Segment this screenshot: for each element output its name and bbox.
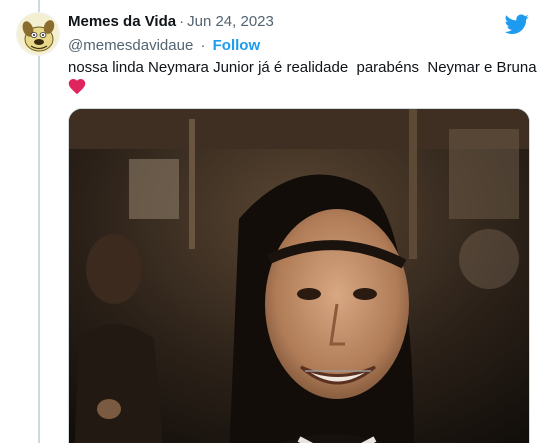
separator: · [200,37,206,54]
tweet-photo[interactable] [68,108,530,443]
tweet-date[interactable]: Jun 24, 2023 [187,12,274,32]
avatar[interactable] [16,12,60,56]
follow-button[interactable]: Follow [213,37,261,54]
handle[interactable]: @memesdavidaue [68,37,193,54]
separator: · [179,13,185,30]
tweet-card: Memes da Vida · Jun 24, 2023 @memesdavid… [0,0,537,443]
tweet-header: Memes da Vida · Jun 24, 2023 @memesdavid… [68,12,497,56]
thread-line [38,0,40,443]
photo-image [69,109,529,443]
cartoon-dog-avatar-icon [17,13,59,55]
author-row: Memes da Vida · Jun 24, 2023 [68,12,497,32]
display-name[interactable]: Memes da Vida [68,12,176,32]
handle-row: @memesdavidaue · Follow [68,36,497,56]
tweet-text: nossa linda Neymara Junior já é realidad… [68,59,537,76]
red-heart-icon [68,78,86,95]
twitter-bird-icon[interactable] [505,12,529,36]
